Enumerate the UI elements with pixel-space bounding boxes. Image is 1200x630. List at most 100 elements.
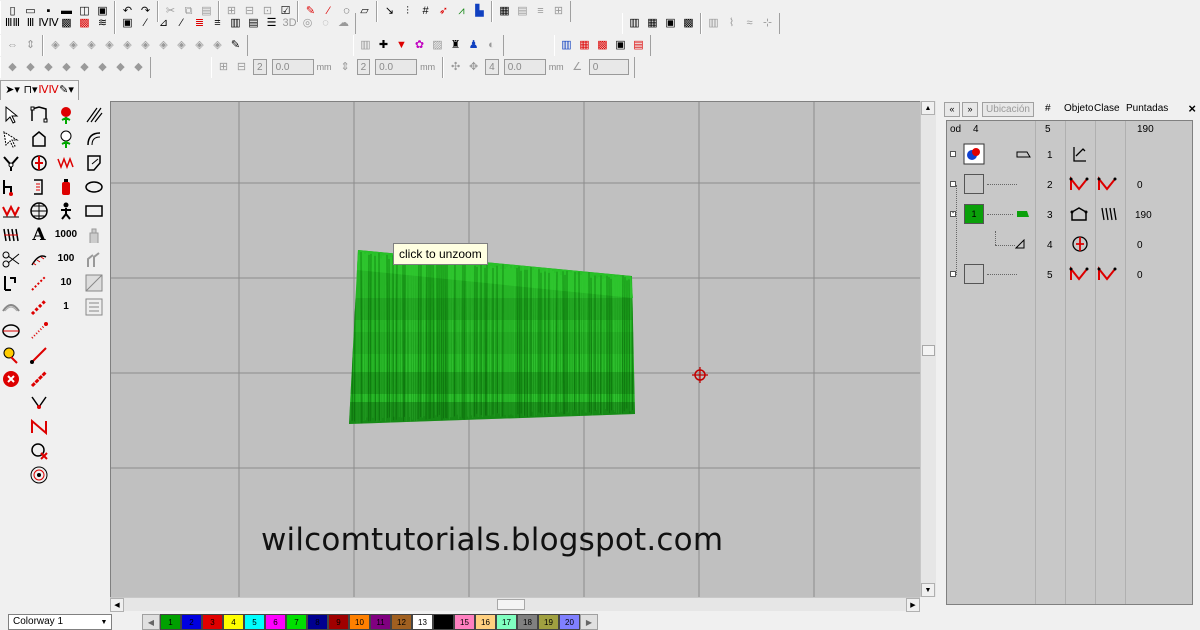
spacing-value-a[interactable]: 0.0 [271, 59, 314, 75]
fill-icon-f[interactable]: ≡ [209, 15, 226, 32]
palette-color-9[interactable]: 9 [328, 614, 349, 630]
show-icon-b[interactable]: ⌇ [723, 15, 740, 32]
auto-fabric-icon[interactable] [83, 272, 105, 294]
object-row-3[interactable]: - 1 3 190 [947, 201, 1192, 231]
show-icon-d[interactable]: ⊹ [759, 15, 776, 32]
show-icon-c[interactable]: ≈ [741, 15, 758, 32]
pal-icon-4[interactable]: ▣ [612, 37, 629, 54]
transform-icon-2[interactable]: ⇕ [22, 37, 39, 54]
arch-text-icon[interactable] [0, 296, 22, 318]
toggle-icon-b[interactable]: ▦ [644, 15, 661, 32]
puff-icon[interactable]: ◎ [299, 15, 316, 32]
chevron-down-icon[interactable]: ▼ [98, 616, 110, 628]
palette-color-14[interactable]: 14 [433, 614, 454, 630]
object-row-2[interactable]: 2 0 [947, 171, 1192, 201]
3d-icon[interactable]: 3D [281, 15, 298, 32]
cloud-icon[interactable]: ☁ [335, 15, 352, 32]
satin-fill-icon[interactable] [55, 152, 77, 174]
seq-icon-8[interactable]: ◐ [483, 37, 500, 54]
arc-icon[interactable] [83, 128, 105, 150]
pen-tool-icon[interactable]: ✎▾ [58, 82, 75, 99]
fill-icon-d[interactable]: ⁄ [173, 15, 190, 32]
select-object-icon[interactable] [0, 104, 22, 126]
count-1-icon[interactable]: 1 [55, 296, 77, 318]
satin-stitch-icon[interactable] [0, 200, 22, 222]
align-objects-icon[interactable] [0, 272, 22, 294]
palette-color-13[interactable]: 13 [412, 614, 433, 630]
palette-right-icon[interactable]: ▶ [580, 614, 598, 630]
pal-icon-5[interactable]: ▤ [630, 37, 647, 54]
complex-fill-icon[interactable] [28, 152, 50, 174]
effect-icon-10[interactable]: ◈ [209, 37, 226, 54]
run-stitch-icon[interactable] [28, 176, 50, 198]
scroll-left-icon[interactable]: ◀ [110, 598, 124, 612]
scroll-up-icon[interactable]: ▲ [921, 101, 935, 115]
palette-color-5[interactable]: 5 [244, 614, 265, 630]
spacing-value-b[interactable]: 0.0 [375, 59, 418, 75]
col-stitches[interactable]: Puntadas [1126, 103, 1168, 114]
spacing-h-icon[interactable]: ⊞ [215, 59, 232, 76]
palette-color-4[interactable]: 4 [223, 614, 244, 630]
fill-icon-a[interactable]: ▣ [119, 15, 136, 32]
globe-icon[interactable] [28, 200, 50, 222]
dotted-line-b-icon[interactable] [28, 296, 50, 318]
run-line-icon[interactable] [28, 344, 50, 366]
node-icon-1[interactable]: ◆ [4, 59, 21, 76]
node-icon-7[interactable]: ◆ [112, 59, 129, 76]
count-10-icon[interactable]: 10 [55, 272, 77, 294]
pal-icon-2[interactable]: ▦ [576, 37, 593, 54]
angle-value[interactable]: 0 [588, 59, 629, 75]
stitch-edit-icon[interactable]: ⅣⅣ [38, 82, 58, 99]
sponge-icon[interactable]: ◌ [317, 15, 334, 32]
palette-color-11[interactable]: 11 [370, 614, 391, 630]
effect-icon-2[interactable]: ◈ [65, 37, 82, 54]
palette-color-10[interactable]: 10 [349, 614, 370, 630]
angle-icon[interactable]: ∠ [569, 59, 586, 76]
node-icon-4[interactable]: ◆ [58, 59, 75, 76]
effect-icon-7[interactable]: ◈ [155, 37, 172, 54]
dotted-line-c-icon[interactable] [28, 320, 50, 342]
object-row-1[interactable]: 1 [947, 141, 1192, 171]
satin-icon[interactable]: ⅢⅢ [4, 15, 21, 32]
zigzag-line-icon[interactable] [28, 416, 50, 438]
toggle-icon-a[interactable]: ▥ [626, 15, 643, 32]
team-names-icon[interactable] [83, 248, 105, 270]
vertical-scroll-thumb[interactable] [922, 345, 935, 356]
offset-count[interactable]: 4 [485, 59, 499, 75]
scroll-down-icon[interactable]: ▼ [921, 583, 935, 597]
motif-fill-icon[interactable]: ▩ [76, 15, 93, 32]
seq-icon-7[interactable]: ♟ [465, 37, 482, 54]
expand-toggle-icon[interactable] [950, 151, 956, 157]
spacing-count-a[interactable]: 2 [253, 59, 267, 75]
shape-edit-icon[interactable] [83, 152, 105, 174]
wave-icon[interactable]: ≋ [94, 15, 111, 32]
palette-color-6[interactable]: 6 [265, 614, 286, 630]
object-row-4[interactable]: 4 0 [947, 231, 1192, 261]
palette-left-icon[interactable]: ◀ [142, 614, 160, 630]
node-icon-5[interactable]: ◆ [76, 59, 93, 76]
flower-icon[interactable] [55, 104, 77, 126]
design-canvas[interactable]: click to unzoom wilcomtutorials.blogspot… [110, 101, 920, 597]
node-icon-6[interactable]: ◆ [94, 59, 111, 76]
appliqué-icon[interactable] [0, 344, 22, 366]
reshape-icon[interactable]: ⊓▾ [22, 82, 39, 99]
vertical-scrollbar[interactable]: ▲ ▼ [920, 101, 936, 597]
seq-icon-4[interactable]: ✿ [411, 37, 428, 54]
palette-color-19[interactable]: 19 [538, 614, 559, 630]
horizontal-scroll-thumb[interactable] [497, 599, 525, 610]
node-icon-3[interactable]: ◆ [40, 59, 57, 76]
bean-stitch-icon[interactable] [28, 368, 50, 390]
show-icon-a[interactable]: ▥ [705, 15, 722, 32]
effect-icon-8[interactable]: ◈ [173, 37, 190, 54]
palette-color-18[interactable]: 18 [517, 614, 538, 630]
effect-icon-11[interactable]: ✎ [227, 37, 244, 54]
node-line-icon[interactable] [28, 392, 50, 414]
spacing-v-icon[interactable]: ⊟ [233, 59, 250, 76]
offset-icon-1[interactable]: ✣ [447, 59, 464, 76]
effect-icon-6[interactable]: ◈ [137, 37, 154, 54]
text-tool-icon[interactable]: A [28, 224, 50, 246]
seq-icon-6[interactable]: ♜ [447, 37, 464, 54]
effect-icon-5[interactable]: ◈ [119, 37, 136, 54]
palette-color-16[interactable]: 16 [475, 614, 496, 630]
palette-color-3[interactable]: 3 [202, 614, 223, 630]
